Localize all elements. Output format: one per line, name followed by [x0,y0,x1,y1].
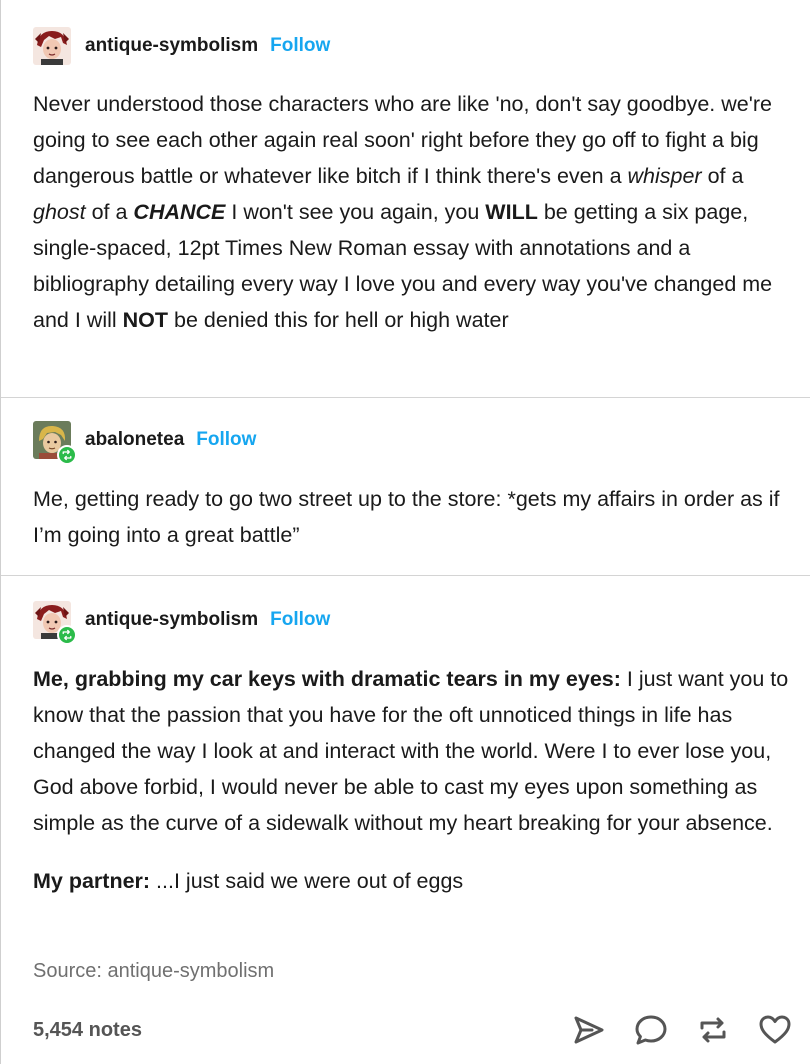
avatar[interactable] [33,601,77,645]
post-actions [571,1010,793,1050]
text-run: of a [85,200,134,224]
post-footer: 5,454 notes [33,1010,793,1050]
text-run: whisper [627,164,702,188]
text-run: My partner: [33,869,151,893]
username[interactable]: abalonetea [85,429,184,451]
username[interactable]: antique-symbolism [85,35,258,57]
text-run: Me, getting ready to go two street up to… [33,487,780,547]
text-run: ghost [33,200,86,224]
avatar-red-hair-icon [33,27,71,65]
text-run: ...I just said we were out of eggs [150,869,464,893]
like-icon[interactable] [757,1012,793,1048]
share-icon[interactable] [571,1012,607,1048]
post-header-2: abalonetea Follow [33,420,256,465]
post-body-1: Never understood those characters who ar… [33,86,793,338]
text-run: NOT [122,308,169,332]
reblog-icon[interactable] [695,1012,731,1048]
text-run: WILL [485,200,538,224]
post-text: Never understood those characters who ar… [33,86,793,338]
post-body-3: Me, grabbing my car keys with dramatic t… [33,661,793,899]
post-header-1: antique-symbolism Follow [33,26,330,66]
avatar[interactable] [33,27,71,65]
divider [1,575,810,576]
post-paragraph: My partner: ...I just said we were out o… [33,863,793,899]
avatar[interactable] [33,421,77,465]
text-run: I just want you to know that the passion… [33,667,789,835]
reblog-badge-icon [57,625,77,645]
text-run: CHANCE [133,200,226,224]
source-link[interactable]: Source: antique-symbolism [33,960,274,983]
tumblr-post: antique-symbolism Follow Never understoo… [0,0,810,1064]
post-header-3: antique-symbolism Follow [33,600,330,645]
divider [1,397,810,398]
follow-button[interactable]: Follow [270,35,330,57]
text-run: be denied this for hell or high water [168,308,509,332]
post-body-2: Me, getting ready to go two street up to… [33,481,793,553]
notes-count[interactable]: 5,454 notes [33,1019,142,1042]
follow-button[interactable]: Follow [196,429,256,451]
follow-button[interactable]: Follow [270,609,330,631]
post-text: Me, getting ready to go two street up to… [33,481,793,553]
reblog-badge-icon [57,445,77,465]
reply-icon[interactable] [633,1012,669,1048]
text-run: Me, grabbing my car keys with dramatic t… [33,667,621,691]
username[interactable]: antique-symbolism [85,609,258,631]
text-run: of a [701,164,744,188]
post-paragraph: Me, grabbing my car keys with dramatic t… [33,661,793,841]
text-run: I won't see you again, you [225,200,486,224]
